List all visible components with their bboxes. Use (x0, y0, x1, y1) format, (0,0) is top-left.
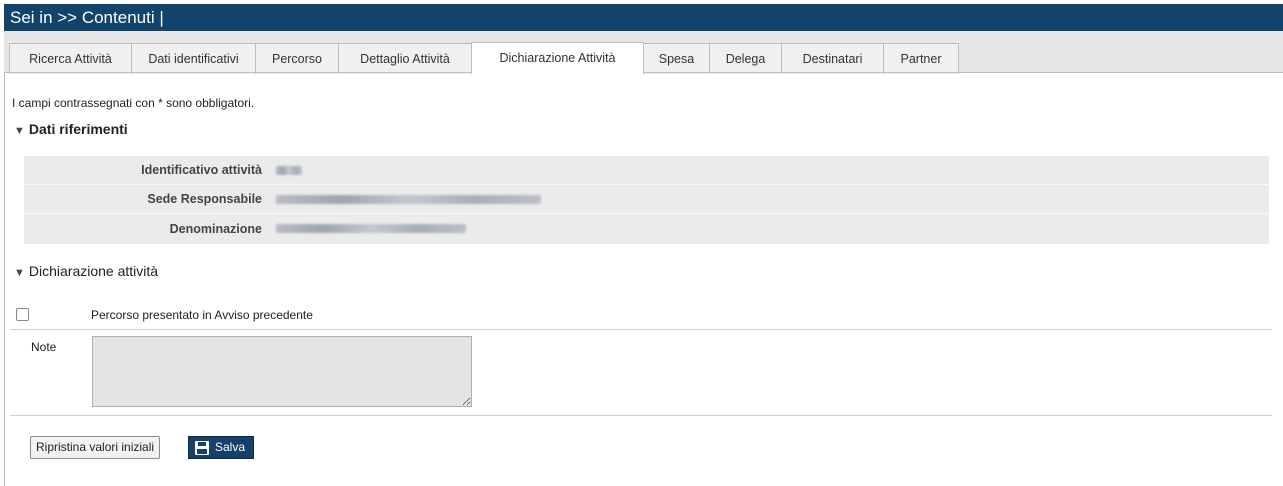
ref-label: Denominazione (169, 221, 262, 236)
floppy-disk-icon (195, 440, 209, 455)
ref-row-denominazione: Denominazione (24, 214, 1269, 243)
tab-spesa[interactable]: Spesa (643, 43, 710, 74)
section-title: Dati riferimenti (28, 121, 128, 137)
form-divider (10, 415, 1272, 416)
tab-delega[interactable]: Delega (709, 43, 782, 74)
reset-button[interactable]: Ripristina valori iniziali (30, 436, 161, 459)
percorso-precedente-checkbox[interactable] (16, 308, 29, 321)
save-button[interactable]: Salva (188, 436, 255, 459)
tab-strip: Ricerca Attività Dati identificativi Per… (4, 31, 1283, 74)
tab-ricerca-attivita[interactable]: Ricerca Attività (9, 43, 132, 74)
checkbox-row: Percorso presentato in Avviso precedente (10, 302, 1272, 330)
collapse-triangle-icon: ▼ (14, 267, 25, 279)
section-header-dichiarazione[interactable]: ▼ Dichiarazione attività (14, 263, 158, 279)
tab-percorso[interactable]: Percorso (255, 43, 339, 74)
window-frame (4, 4, 1283, 486)
tab-dichiarazione-attivita[interactable]: Dichiarazione Attività (471, 42, 644, 74)
redacted-value (276, 165, 302, 175)
required-fields-note: I campi contrassegnati con * sono obblig… (12, 96, 255, 110)
tab-destinatari[interactable]: Destinatari (781, 43, 884, 74)
redacted-value (276, 194, 541, 204)
section-header-dati-riferimenti[interactable]: ▼ Dati riferimenti (14, 121, 128, 137)
save-label: Salva (215, 440, 246, 454)
breadcrumb: Sei in >> Contenuti | (4, 4, 1283, 31)
collapse-triangle-icon: ▼ (14, 125, 25, 137)
checkbox-label: Percorso presentato in Avviso precedente (91, 308, 313, 322)
tab-dettaglio-attivita[interactable]: Dettaglio Attività (338, 43, 472, 74)
ref-row-sede: Sede Responsabile (24, 185, 1269, 214)
ref-label: Sede Responsabile (147, 192, 262, 206)
redacted-value (276, 224, 466, 233)
section-title: Dichiarazione attività (28, 263, 159, 279)
note-label: Note (31, 340, 57, 354)
ref-label: Identificativo attività (141, 163, 262, 177)
note-textarea[interactable] (92, 336, 472, 407)
ref-row-identificativo: Identificativo attività (24, 156, 1269, 185)
reference-table: Identificativo attività Sede Responsabil… (24, 156, 1269, 244)
tab-partner[interactable]: Partner (883, 43, 959, 74)
tab-dati-identificativi[interactable]: Dati identificativi (131, 43, 256, 74)
